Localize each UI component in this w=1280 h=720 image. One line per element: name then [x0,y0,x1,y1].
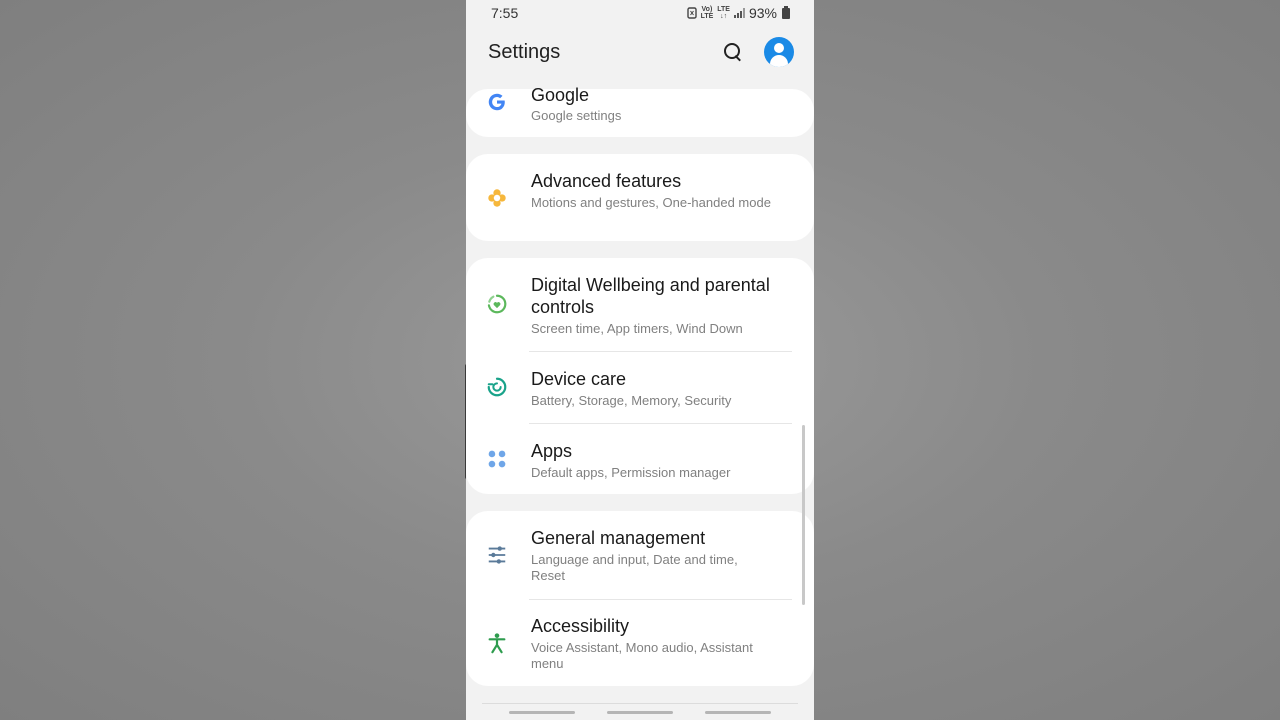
wellbeing-heart-icon [487,294,507,314]
settings-item-general-management[interactable]: General management Language and input, D… [466,511,814,599]
lte-indicator: LTE ↓↑ [717,6,730,20]
settings-item-accessibility[interactable]: Accessibility Voice Assistant, Mono audi… [466,600,814,686]
app-bar: Settings [466,26,814,78]
nav-bar-divider [482,703,798,704]
settings-card-system: General management Language and input, D… [466,511,814,686]
device-care-icon [487,377,507,397]
page-title: Settings [488,40,561,63]
nav-recents-button[interactable] [509,711,575,714]
scrollbar[interactable] [802,425,805,605]
battery-percent: 93% [748,5,777,21]
settings-item-apps[interactable]: Apps Default apps, Permission manager [466,424,814,494]
general-management-subtitle: Language and input, Date and time, Reset [531,552,738,583]
signal-strength-icon [733,8,745,18]
settings-card-google: Google Google settings [466,85,814,137]
volte-indicator: Vo) LTE [700,6,714,20]
google-icon [488,93,505,111]
apps-dots-icon [488,450,506,468]
google-title: Google [531,85,590,105]
settings-item-digital-wellbeing[interactable]: Digital Wellbeing and parental controls … [466,258,814,352]
device-care-title: Device care [531,369,627,389]
nav-back-button[interactable] [705,711,771,714]
puzzle-flower-icon [488,189,506,207]
status-icons: Vo) LTE LTE ↓↑ 93% [686,5,790,21]
nfc-icon [686,7,697,19]
advanced-features-subtitle: Motions and gestures, One-handed mode [531,195,771,210]
digital-wellbeing-title: Digital Wellbeing and parental controls [531,275,770,317]
account-avatar-icon[interactable] [764,37,794,67]
settings-item-device-care[interactable]: Device care Battery, Storage, Memory, Se… [466,352,814,423]
accessibility-subtitle: Voice Assistant, Mono audio, Assistant m… [531,640,753,671]
settings-card-advanced: Advanced features Motions and gestures, … [466,154,814,241]
accessibility-title: Accessibility [531,616,630,636]
general-management-title: General management [531,528,706,548]
nav-home-button[interactable] [607,711,673,714]
battery-icon [782,5,790,19]
sliders-icon [488,546,506,564]
status-time: 7:55 [491,5,519,21]
settings-card-device: Digital Wellbeing and parental controls … [466,258,814,494]
settings-item-google[interactable]: Google Google settings [466,85,814,137]
status-bar: 7:55 Vo) LTE LTE ↓↑ 93% [466,0,814,26]
apps-title: Apps [531,441,573,461]
settings-item-advanced-features[interactable]: Advanced features Motions and gestures, … [466,154,814,241]
phone-screen: 7:55 Vo) LTE LTE ↓↑ 93% Settings Google … [466,0,814,720]
advanced-features-title: Advanced features [531,171,682,191]
device-care-subtitle: Battery, Storage, Memory, Security [531,393,732,408]
apps-subtitle: Default apps, Permission manager [531,465,731,480]
digital-wellbeing-subtitle: Screen time, App timers, Wind Down [531,321,743,336]
search-icon[interactable] [722,41,744,63]
google-subtitle: Google settings [531,108,622,123]
accessibility-person-icon [488,633,506,654]
